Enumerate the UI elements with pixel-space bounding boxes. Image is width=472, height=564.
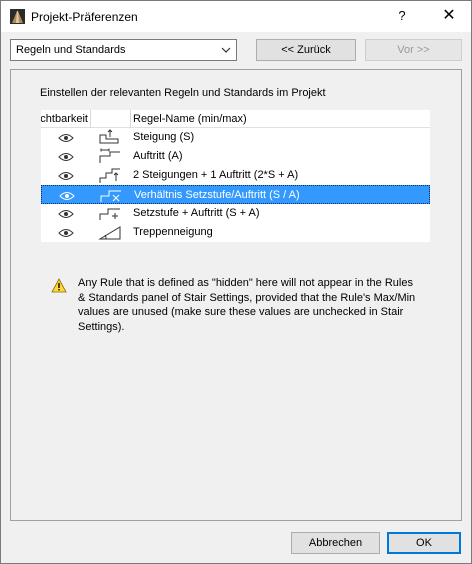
ok-button[interactable]: OK xyxy=(387,532,461,554)
eye-icon[interactable] xyxy=(58,228,74,238)
cancel-button[interactable]: Abbrechen xyxy=(291,532,380,554)
eye-icon[interactable] xyxy=(58,209,74,219)
rule-name: Verhältnis Setzstufe/Auftritt (S / A) xyxy=(134,189,300,201)
eye-icon[interactable] xyxy=(58,133,74,143)
panel-description: Einstellen der relevanten Regeln und Sta… xyxy=(40,87,326,99)
rule-name: Setzstufe + Auftritt (S + A) xyxy=(133,207,260,219)
table-row[interactable]: 2 Steigungen + 1 Auftritt (2*S + A) xyxy=(41,166,430,185)
table-header: Sichtbarkeit Regel-Name (min/max) xyxy=(41,110,430,128)
close-button[interactable]: ✕ xyxy=(437,6,461,26)
eye-icon[interactable] xyxy=(58,171,74,181)
dialog-window: Projekt-Präferenzen ? ✕ Regeln und Stand… xyxy=(0,0,472,564)
column-header-visibility[interactable]: Sichtbarkeit xyxy=(41,110,91,128)
app-icon xyxy=(10,9,25,24)
help-button[interactable]: ? xyxy=(390,6,414,26)
next-button[interactable]: Vor >> xyxy=(365,39,462,61)
column-header-name[interactable]: Regel-Name (min/max) xyxy=(133,113,247,125)
table-row[interactable]: Treppenneigung xyxy=(41,223,430,242)
rule-name: Auftritt (A) xyxy=(133,150,183,162)
eye-icon[interactable] xyxy=(59,191,75,201)
table-row[interactable]: Verhältnis Setzstufe/Auftritt (S / A) xyxy=(41,185,430,204)
rule-name: Steigung (S) xyxy=(133,131,195,143)
table-row[interactable]: Auftritt (A) xyxy=(41,147,430,166)
eye-icon[interactable] xyxy=(58,152,74,162)
dropdown-value: Regeln und Standards xyxy=(16,44,126,56)
rule-name: 2 Steigungen + 1 Auftritt (2*S + A) xyxy=(133,169,299,181)
riser-icon xyxy=(99,129,119,144)
window-title: Projekt-Präferenzen xyxy=(31,10,138,24)
pitch-icon xyxy=(98,226,121,240)
back-button[interactable]: << Zurück xyxy=(256,39,356,61)
table-row[interactable]: Steigung (S) xyxy=(41,128,430,147)
table-row[interactable]: Setzstufe + Auftritt (S + A) xyxy=(41,204,430,223)
ratio-icon xyxy=(100,190,121,202)
warning-text: Any Rule that is defined as "hidden" her… xyxy=(78,277,416,333)
sum-icon xyxy=(99,208,120,220)
warning-icon xyxy=(51,278,67,293)
rules-table[interactable]: Sichtbarkeit Regel-Name (min/max) Steigu… xyxy=(41,110,430,242)
title-bar[interactable]: Projekt-Präferenzen ? ✕ xyxy=(1,1,471,32)
tread-icon xyxy=(99,148,120,163)
step-formula-icon xyxy=(99,168,120,183)
chevron-down-icon xyxy=(221,47,231,53)
rule-name: Treppenneigung xyxy=(133,226,213,238)
rules-panel: Einstellen der relevanten Regeln und Sta… xyxy=(10,69,462,521)
column-header-icon[interactable] xyxy=(91,110,131,128)
page-select-dropdown[interactable]: Regeln und Standards xyxy=(10,39,237,61)
